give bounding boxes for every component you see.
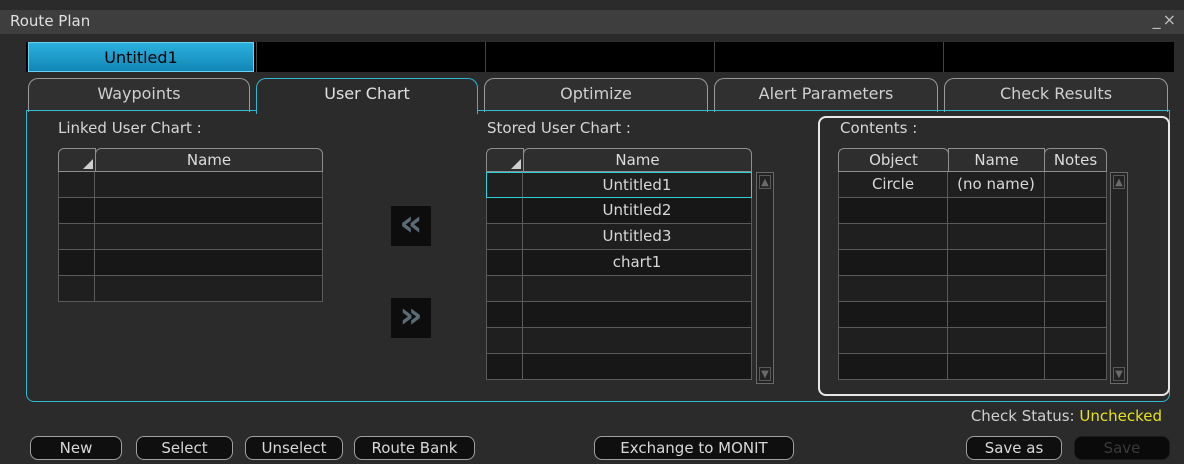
window-controls[interactable]: _× [1153, 10, 1178, 29]
new-button[interactable]: New [30, 436, 122, 460]
table-row[interactable] [838, 276, 1107, 302]
table-row[interactable]: Untitled2 [486, 198, 752, 224]
table-row[interactable] [58, 198, 323, 224]
tab-waypoints[interactable]: Waypoints [28, 78, 250, 112]
tab-user-chart[interactable]: User Chart [256, 78, 478, 114]
table-row[interactable] [838, 198, 1107, 224]
tab-optimize[interactable]: Optimize [484, 78, 708, 112]
tab-bar: Waypoints User Chart Optimize Alert Para… [26, 78, 1174, 114]
table-row[interactable] [58, 224, 323, 250]
object-header: Object [838, 148, 949, 172]
route-field-3[interactable] [485, 42, 714, 72]
table-row[interactable] [838, 354, 1107, 380]
route-field-2[interactable] [256, 42, 485, 72]
stored-name-header: Name [523, 148, 752, 172]
table-row[interactable] [486, 354, 752, 380]
remove-from-linked-button[interactable]: » [391, 298, 431, 338]
table-row[interactable]: Circle (no name) [838, 172, 1107, 198]
table-row[interactable] [58, 276, 323, 302]
route-field-active[interactable]: Untitled1 [28, 42, 254, 72]
select-all-corner[interactable] [486, 148, 524, 172]
contents-table: Object Name Notes Circle (no name) [838, 148, 1107, 384]
select-all-corner[interactable] [58, 148, 96, 172]
notes-header: Notes [1044, 148, 1107, 172]
stored-user-chart-label: Stored User Chart : [487, 119, 631, 137]
linked-user-chart-table: Name [58, 148, 323, 308]
window-title: Route Plan [10, 12, 91, 30]
title-bar: Route Plan _× [0, 10, 1184, 34]
table-row[interactable] [486, 328, 752, 354]
save-as-button[interactable]: Save as [966, 436, 1062, 460]
contents-label: Contents : [840, 119, 918, 137]
table-row[interactable]: chart1 [486, 250, 752, 276]
route-bank-button[interactable]: Route Bank [354, 436, 475, 460]
tab-alert-parameters[interactable]: Alert Parameters [714, 78, 938, 112]
select-button[interactable]: Select [136, 436, 233, 460]
unselect-button[interactable]: Unselect [245, 436, 343, 460]
table-row[interactable] [486, 302, 752, 328]
stored-scrollbar[interactable]: ▲ ▼ [756, 172, 774, 384]
table-row[interactable] [838, 302, 1107, 328]
table-row-selected[interactable]: Untitled1 [486, 172, 752, 198]
contents-scrollbar[interactable]: ▲ ▼ [1110, 172, 1128, 384]
stored-user-chart-table: Name Untitled1 Untitled2 Untitled3 chart… [486, 148, 752, 384]
add-to-linked-button[interactable]: « [391, 206, 431, 246]
route-name-fields: Untitled1 [26, 42, 1174, 72]
linked-name-header: Name [95, 148, 323, 172]
tab-check-results[interactable]: Check Results [944, 78, 1168, 112]
route-field-5[interactable] [943, 42, 1174, 72]
table-row[interactable] [838, 328, 1107, 354]
check-status-label: Check Status: [970, 407, 1075, 425]
check-status: Check Status: Unchecked [971, 407, 1162, 425]
scroll-up-icon[interactable]: ▲ [1113, 175, 1125, 189]
check-status-value: Unchecked [1079, 407, 1162, 425]
route-field-4[interactable] [714, 42, 943, 72]
table-row[interactable] [838, 224, 1107, 250]
scroll-down-icon[interactable]: ▼ [1113, 367, 1125, 381]
save-button: Save [1074, 436, 1170, 460]
linked-user-chart-label: Linked User Chart : [58, 119, 202, 137]
table-row[interactable] [58, 250, 323, 276]
scroll-up-icon[interactable]: ▲ [759, 175, 771, 189]
table-row[interactable]: Untitled3 [486, 224, 752, 250]
name-header: Name [948, 148, 1045, 172]
button-bar: New Select Unselect Route Bank Exchange … [0, 432, 1184, 464]
scroll-down-icon[interactable]: ▼ [759, 367, 771, 381]
table-row[interactable] [58, 172, 323, 198]
table-row[interactable] [838, 250, 1107, 276]
exchange-to-monit-button[interactable]: Exchange to MONIT [594, 436, 794, 460]
table-row[interactable] [486, 276, 752, 302]
route-plan-window: Route Plan _× Untitled1 Waypoints User C… [0, 0, 1184, 464]
